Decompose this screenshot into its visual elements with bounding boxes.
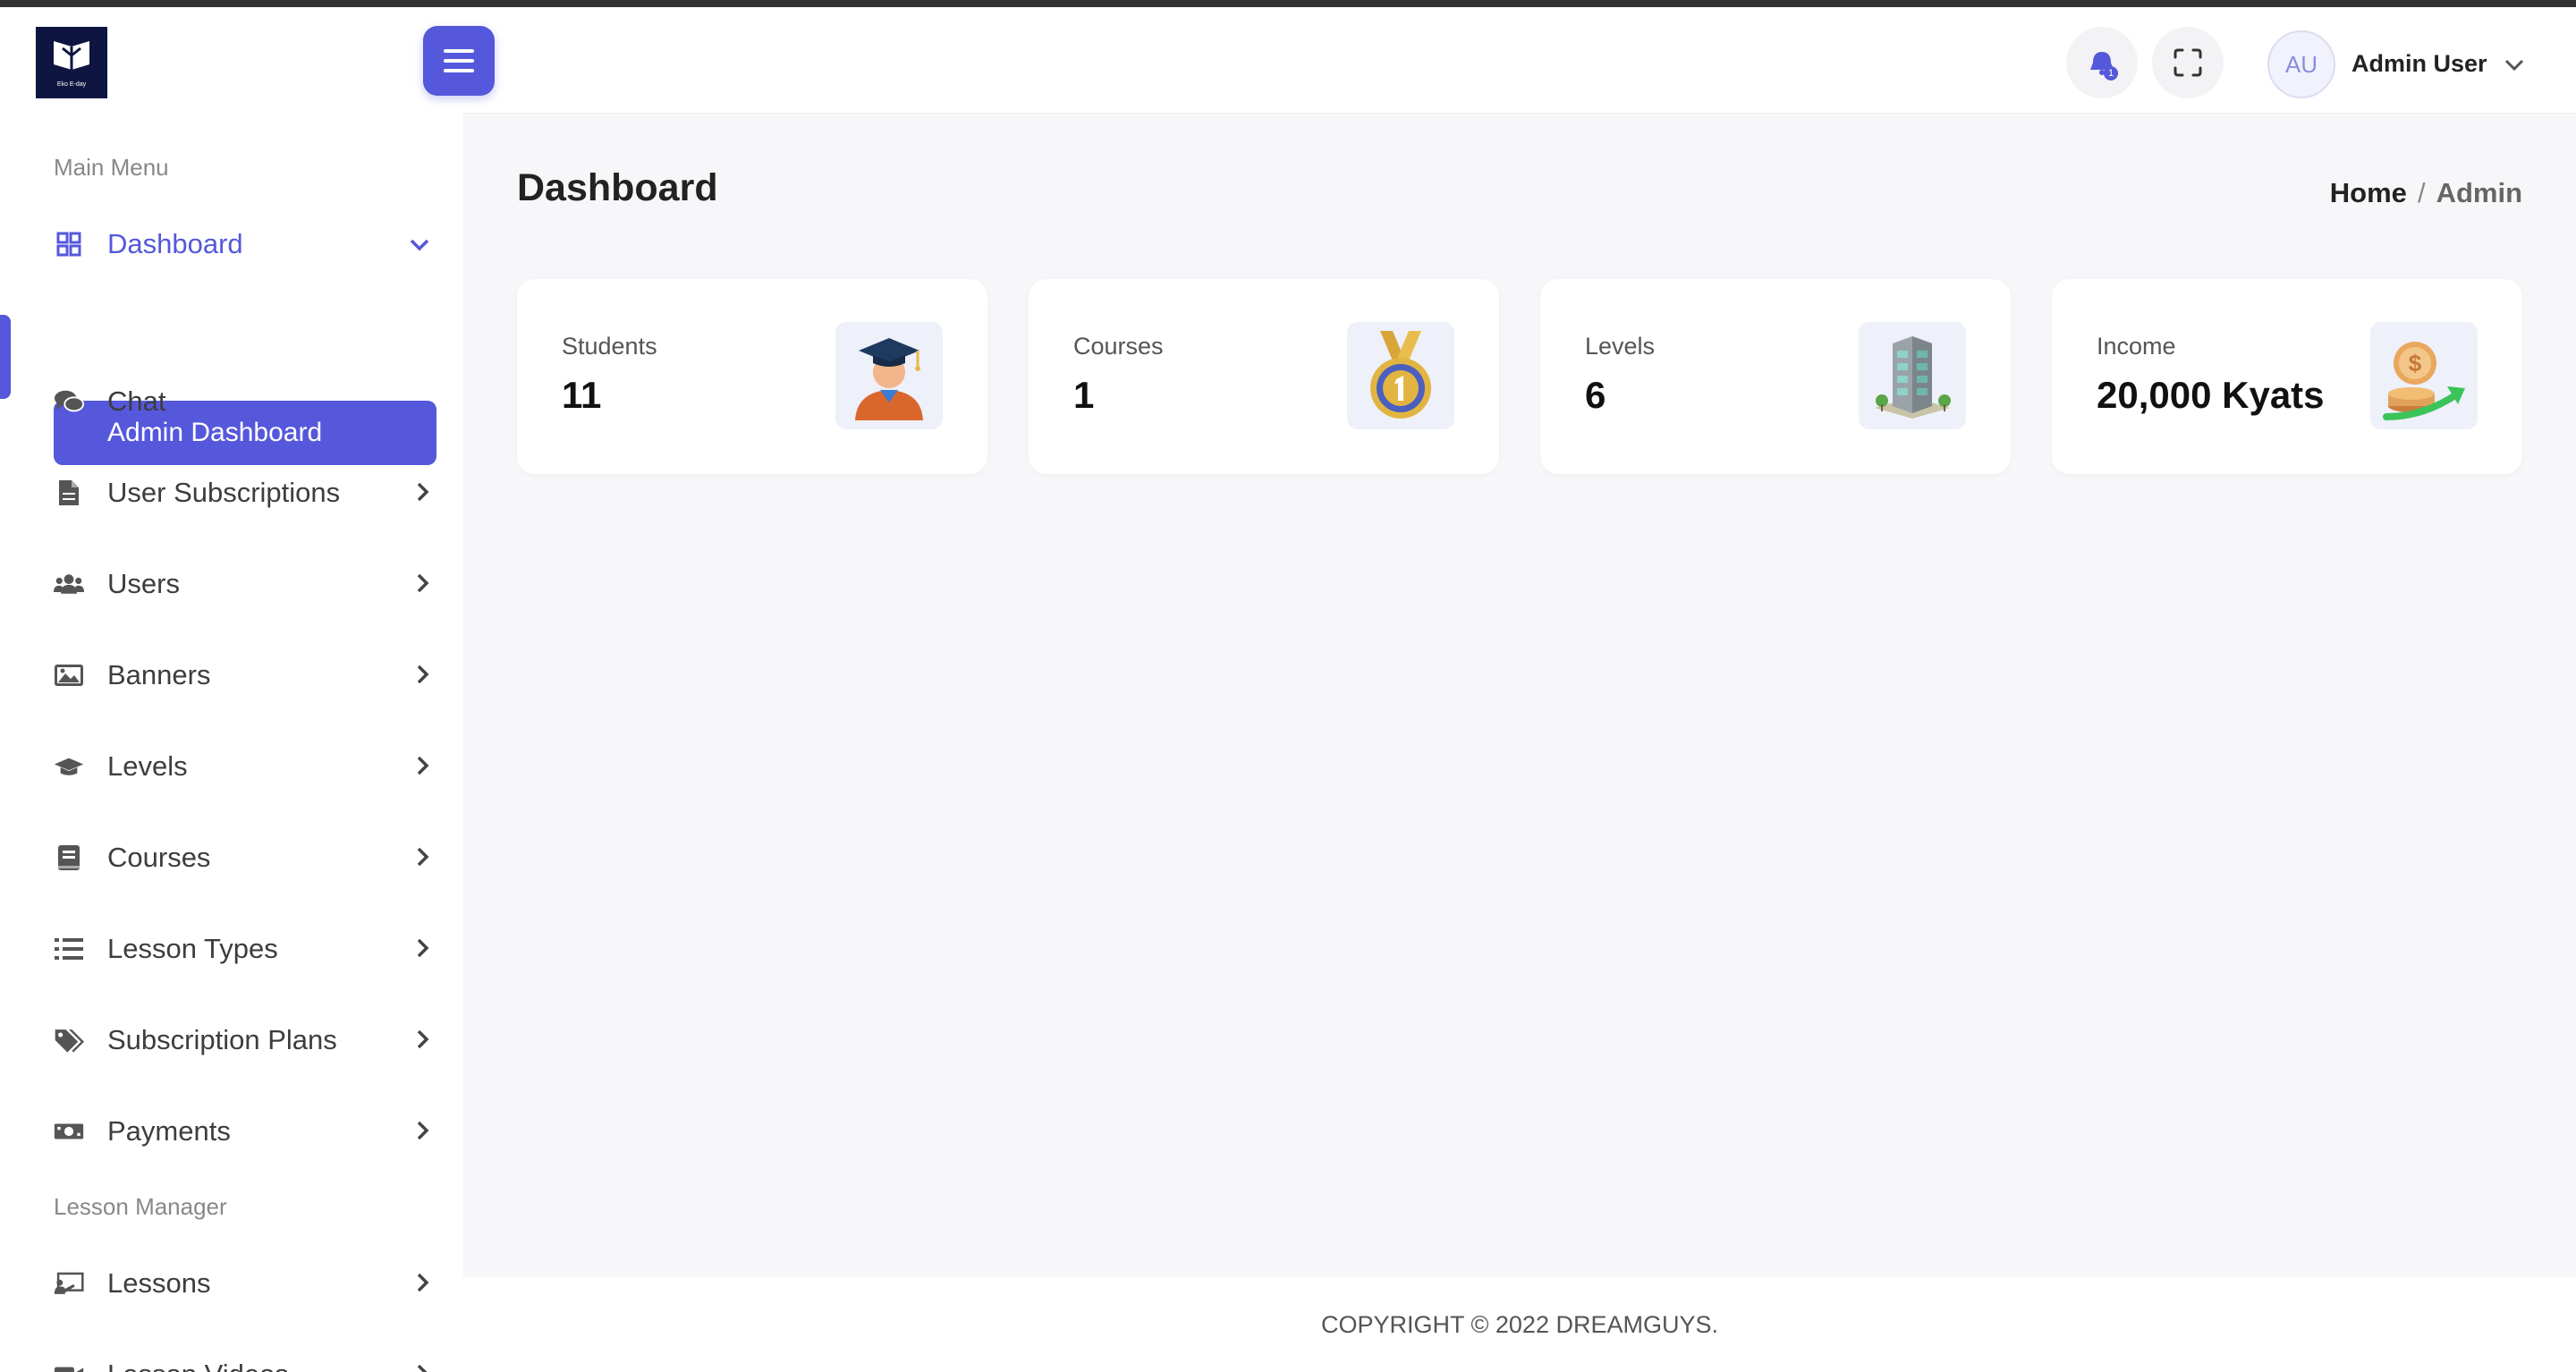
list-icon [54, 934, 84, 964]
stat-card-courses: Courses 1 [1029, 279, 1499, 474]
sidebar-item-lesson-types[interactable]: Lesson Types [54, 922, 429, 976]
breadcrumb-home-link[interactable]: Home [2330, 177, 2407, 208]
sidebar-item-subscription-plans[interactable]: Subscription Plans [54, 1013, 429, 1067]
medal-icon [1347, 322, 1454, 429]
sidebar-item-dashboard[interactable]: Dashboard [54, 217, 429, 271]
card-label: Courses [1073, 333, 1164, 360]
fullscreen-button[interactable] [2152, 27, 2224, 98]
graduation-cap-icon [54, 751, 84, 782]
chalkboard-icon [54, 1268, 84, 1299]
sidebar-item-label: Dashboard [107, 228, 243, 259]
hamburger-icon [444, 49, 474, 72]
book-logo-icon [54, 41, 89, 70]
avatar[interactable]: AU [2267, 30, 2335, 98]
chevron-right-icon [417, 665, 429, 684]
video-icon [54, 1359, 84, 1372]
sidebar-item-label: Chat [107, 385, 166, 417]
file-icon [54, 478, 84, 508]
logo-text: Eko E-day [56, 81, 87, 88]
chevron-right-icon [417, 938, 429, 958]
card-value: 6 [1585, 374, 1606, 416]
stat-card-income: Income 20,000 Kyats $ [2052, 279, 2522, 474]
card-value: 20,000 Kyats [2097, 374, 2325, 416]
header: Eko E-day 1 AU Admin User [0, 7, 2576, 113]
sidebar-item-lessons[interactable]: Lessons [54, 1257, 429, 1310]
chevron-down-icon [410, 239, 429, 251]
coin-growth-icon: $ [2370, 322, 2478, 429]
stat-card-students: Students 11 [517, 279, 987, 474]
chevron-right-icon [417, 1364, 428, 1372]
notification-badge: 1 [2104, 66, 2118, 80]
copyright-text: COPYRIGHT © 2022 DREAMGUYS. [1320, 1310, 1718, 1338]
chevron-right-icon [417, 1029, 429, 1049]
breadcrumb-current: Admin [2436, 177, 2522, 208]
footer: COPYRIGHT © 2022 DREAMGUYS. [463, 1277, 2576, 1372]
chat-icon [54, 386, 84, 417]
chevron-right-icon [417, 573, 429, 593]
chevron-right-icon [417, 1273, 429, 1292]
card-label: Students [562, 333, 657, 360]
notification-button[interactable]: 1 [2066, 27, 2138, 98]
lesson-manager-title: Lesson Manager [54, 1193, 227, 1220]
sidebar-item-label: Lessons [107, 1267, 211, 1299]
sidebar-item-label: Banners [107, 659, 211, 690]
sidebar-item-label: User Subscriptions [107, 477, 341, 508]
card-label: Income [2097, 333, 2176, 360]
active-indicator [0, 315, 11, 399]
chevron-right-icon [417, 1121, 429, 1140]
main-menu-title: Main Menu [54, 154, 169, 181]
card-label: Levels [1585, 333, 1656, 360]
chevron-down-icon[interactable] [2504, 59, 2524, 72]
sidebar: Main Menu Dashboard Admin Dashboard Chat [0, 113, 463, 1372]
breadcrumb: Home / Admin [2330, 177, 2522, 209]
user-name[interactable]: Admin User [2351, 50, 2487, 78]
svg-text:$: $ [2409, 350, 2422, 377]
sidebar-item-lesson-videos[interactable]: Lesson Videos [54, 1348, 429, 1372]
card-value: 11 [562, 374, 602, 416]
sidebar-item-label: Courses [107, 842, 211, 873]
users-icon [54, 569, 84, 599]
chevron-right-icon [417, 482, 429, 502]
sidebar-item-label: Lesson Videos [107, 1359, 289, 1372]
money-icon [54, 1116, 84, 1147]
breadcrumb-separator: / [2417, 177, 2426, 208]
top-strip [0, 0, 2576, 7]
grid-icon [54, 229, 84, 259]
stat-card-levels: Levels 6 [1540, 279, 2011, 474]
sidebar-item-label: Payments [107, 1115, 231, 1147]
sidebar-item-banners[interactable]: Banners [54, 648, 429, 702]
fullscreen-icon [2174, 48, 2202, 77]
sidebar-item-label: Lesson Types [107, 933, 278, 964]
page-title: Dashboard [517, 166, 718, 209]
chevron-right-icon [417, 847, 429, 867]
building-icon [1859, 322, 1966, 429]
sidebar-item-label: Subscription Plans [107, 1024, 337, 1055]
menu-toggle-button[interactable] [423, 26, 495, 96]
sidebar-item-chat[interactable]: Chat [54, 375, 429, 428]
sidebar-item-levels[interactable]: Levels [54, 740, 429, 793]
image-icon [54, 660, 84, 690]
sidebar-item-courses[interactable]: Courses [54, 831, 429, 885]
sidebar-item-label: Users [107, 568, 180, 599]
tags-icon [54, 1025, 84, 1055]
chevron-right-icon [417, 756, 429, 775]
sidebar-item-users[interactable]: Users [54, 557, 429, 611]
logo[interactable]: Eko E-day [36, 27, 107, 98]
sidebar-item-user-subscriptions[interactable]: User Subscriptions [54, 466, 429, 520]
sidebar-item-payments[interactable]: Payments [54, 1105, 429, 1158]
book-icon [54, 843, 84, 873]
graduate-icon [835, 322, 943, 429]
sidebar-item-label: Levels [107, 750, 188, 782]
card-value: 1 [1073, 374, 1095, 416]
